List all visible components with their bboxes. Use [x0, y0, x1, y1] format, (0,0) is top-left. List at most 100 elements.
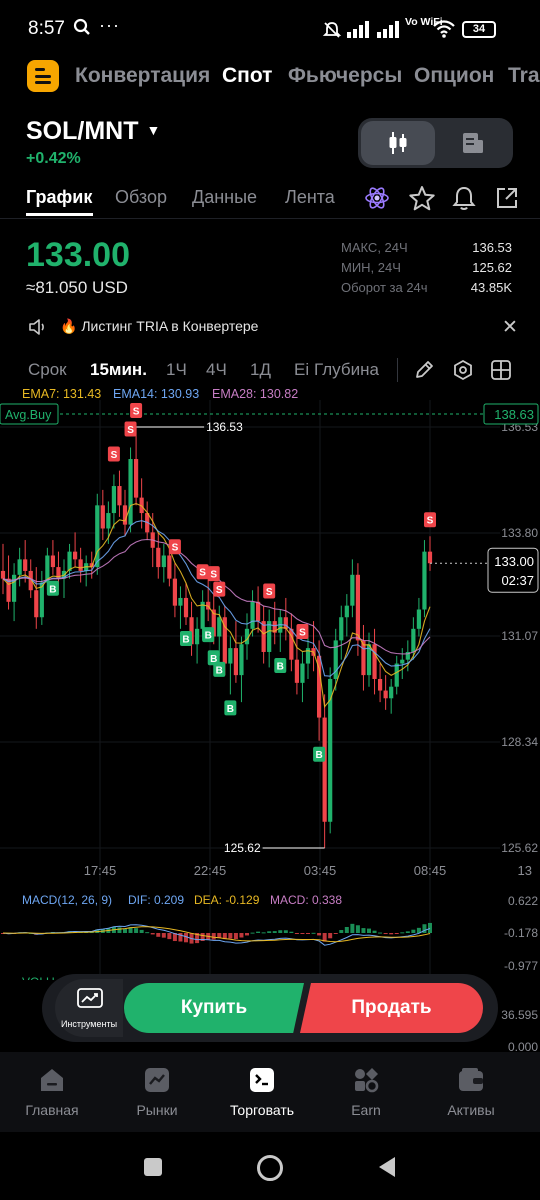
tf-time[interactable]: Срок	[28, 360, 67, 380]
trade-marker-S: S	[424, 512, 436, 528]
tf-4h[interactable]: 4Ч	[206, 360, 227, 380]
star-icon[interactable]	[408, 185, 436, 217]
sell-button[interactable]: Продать	[300, 983, 483, 1033]
price-chart[interactable]: 136.53 133.80 131.07 128.34 125.62 Avg.Buy 138…	[0, 400, 540, 980]
view-toggle[interactable]	[358, 118, 513, 168]
tab-feed[interactable]: Лента	[285, 187, 349, 208]
candle-body	[122, 505, 128, 525]
macd-bar	[289, 931, 294, 933]
bell-icon[interactable]	[452, 185, 476, 216]
tab-overview[interactable]: Обзор	[115, 187, 167, 208]
macd-bar	[278, 930, 283, 933]
recents-button[interactable]	[144, 1158, 162, 1176]
candle-body	[255, 601, 261, 622]
macd-bar	[267, 931, 272, 933]
tf-more[interactable]: Ei	[294, 360, 310, 380]
candle-body	[339, 617, 344, 641]
candle-body	[183, 597, 189, 618]
y-tick-label: 133.80	[501, 526, 538, 540]
home-icon[interactable]	[38, 1066, 66, 1099]
nav-label-trade[interactable]: Торговать	[212, 1102, 312, 1118]
pair-selector[interactable]: SOL/MNT ▼	[26, 117, 160, 146]
tools-label: Инструменты	[60, 1019, 118, 1029]
layout-grid-icon[interactable]	[490, 359, 512, 386]
tf-depth[interactable]: Глубина	[314, 360, 379, 380]
tf-1d[interactable]: 1Д	[250, 360, 271, 380]
trade-marker-text: S	[427, 516, 434, 527]
macd-bar	[256, 931, 261, 933]
macd-bar	[283, 930, 288, 933]
buy-button[interactable]: Купить	[124, 983, 304, 1033]
macd-bar	[161, 933, 166, 938]
tab-indicator	[26, 213, 93, 216]
close-icon[interactable]: ✕	[502, 316, 518, 339]
macd-bar	[372, 930, 377, 933]
candle-body	[344, 605, 349, 618]
candle-body	[17, 559, 22, 575]
candle-body	[67, 551, 72, 571]
candle-body	[23, 559, 28, 571]
avg-buy-price: 138.63	[494, 407, 534, 422]
book-view-icon[interactable]	[462, 132, 484, 154]
announcement-banner[interactable]: 🔥 Листинг TRIA в Конвертере	[0, 308, 540, 346]
nav-futures[interactable]: Фьючерсы	[288, 64, 402, 88]
nav-label-markets[interactable]: Рынки	[117, 1102, 197, 1118]
tools-button[interactable]: Инструменты	[55, 979, 123, 1037]
nav-trading[interactable]: Trad	[508, 64, 540, 88]
chart-view-button[interactable]	[361, 121, 435, 165]
trade-marker-text: B	[227, 704, 234, 715]
candle-body	[161, 555, 166, 568]
markets-icon[interactable]	[143, 1066, 171, 1099]
battery-icon: 34	[462, 21, 496, 38]
candle-body	[411, 628, 416, 652]
candle-body	[156, 547, 161, 568]
trade-marker-B: B	[46, 580, 59, 596]
share-icon[interactable]	[495, 186, 519, 215]
trade-marker-B: B	[213, 661, 226, 677]
candle-body	[350, 574, 355, 606]
candle-body	[11, 574, 17, 602]
last-price: 133.00	[26, 236, 130, 274]
candle-body	[133, 459, 139, 498]
nav-convert[interactable]: Конвертация	[75, 64, 210, 88]
tf-15min[interactable]: 15мин.	[90, 360, 147, 380]
back-button[interactable]	[377, 1156, 397, 1183]
trade-marker-S: S	[124, 421, 137, 437]
mute-icon	[322, 20, 342, 45]
app-logo[interactable]	[27, 60, 59, 92]
indicator-settings-icon[interactable]	[452, 359, 474, 386]
tf-1h[interactable]: 1Ч	[166, 360, 187, 380]
volume-tick-mid: 36.595	[501, 1008, 538, 1022]
tab-chart[interactable]: График	[26, 187, 92, 208]
home-system-button[interactable]	[257, 1155, 283, 1181]
nav-label-home[interactable]: Главная	[12, 1102, 92, 1118]
pencil-icon[interactable]	[413, 359, 435, 386]
nav-options[interactable]: Опцион	[414, 64, 494, 88]
trade-icon[interactable]	[248, 1066, 276, 1099]
x-tick-label: 03:45	[304, 863, 337, 878]
earn-icon[interactable]	[352, 1066, 380, 1099]
trade-marker-text: S	[127, 425, 134, 436]
tab-data[interactable]: Данные	[192, 187, 257, 208]
nav-spot[interactable]: Спот	[222, 64, 272, 88]
ai-atom-icon[interactable]	[364, 185, 390, 216]
usd-equivalent: ≈81.050 USD	[26, 278, 128, 297]
macd-bar	[117, 927, 122, 933]
y-tick-label: 125.62	[501, 841, 538, 855]
macd-bar	[333, 933, 338, 934]
candle-body	[300, 663, 305, 683]
nav-label-assets[interactable]: Активы	[431, 1102, 511, 1118]
trade-marker-S: S	[296, 623, 309, 639]
macd-bar	[344, 926, 349, 933]
candle-body	[250, 601, 255, 629]
candle-body	[322, 717, 327, 822]
volume-tick: 73.190	[501, 978, 538, 980]
nav-label-earn[interactable]: Earn	[326, 1102, 406, 1118]
assets-icon[interactable]	[457, 1066, 485, 1099]
macd-bar	[400, 932, 405, 934]
volume-tick-low: 0.000	[507, 1040, 538, 1054]
macd-bar	[145, 932, 150, 934]
trade-marker-S: S	[196, 564, 209, 580]
candle-body	[95, 505, 100, 568]
candle-body	[239, 644, 244, 676]
